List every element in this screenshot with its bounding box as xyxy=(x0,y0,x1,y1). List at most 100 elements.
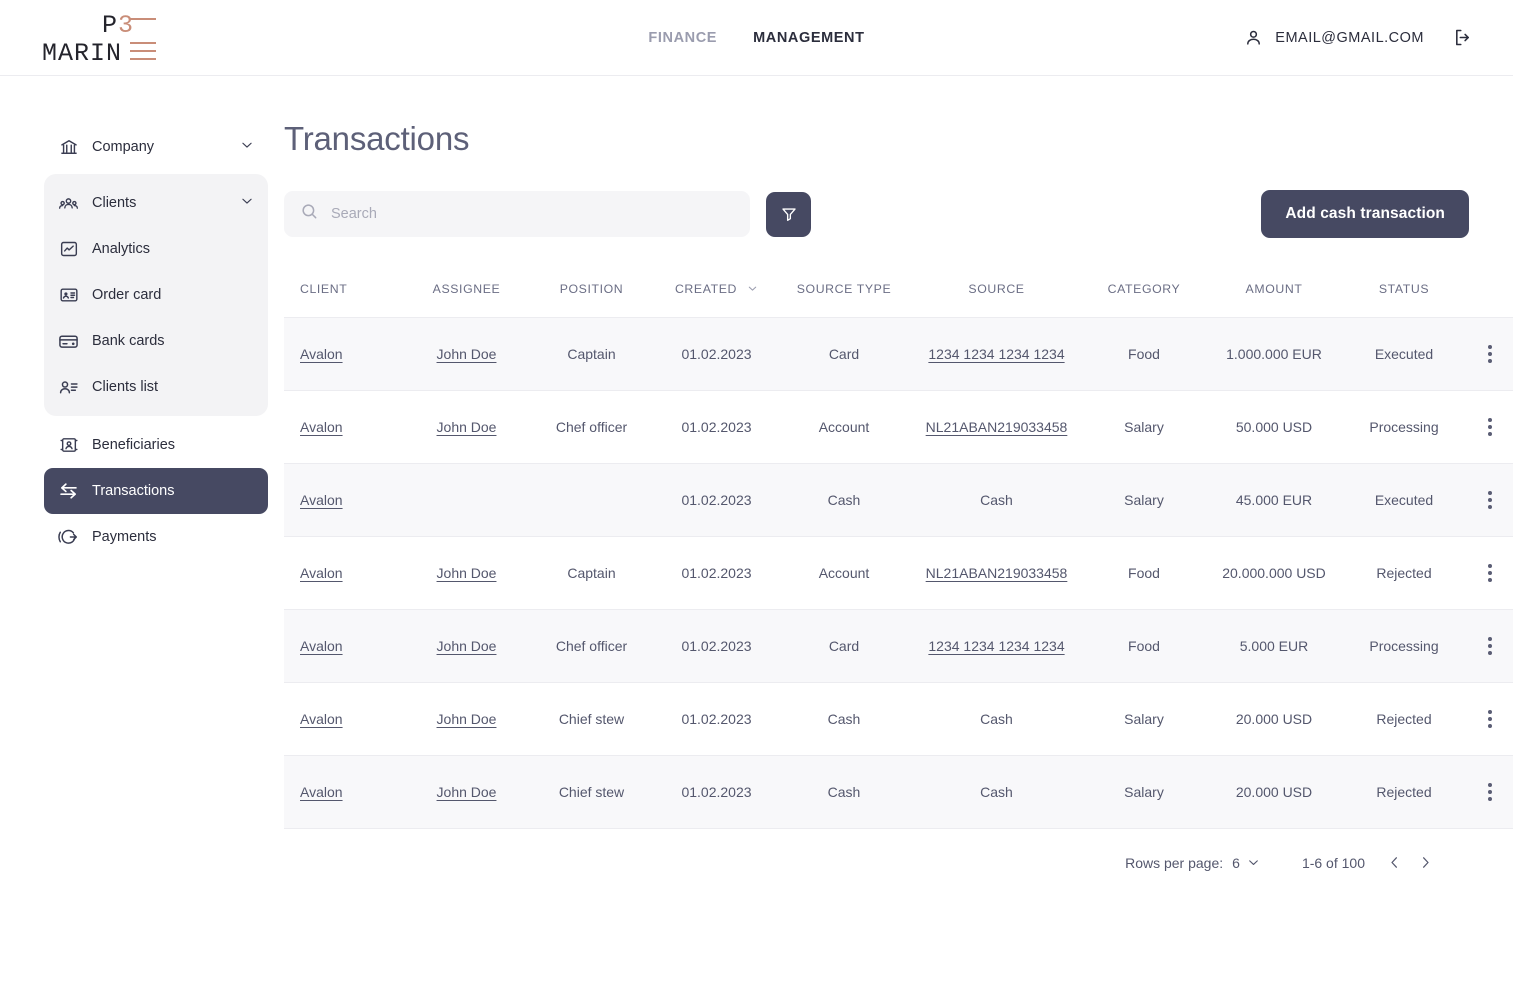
sidebar-item-company[interactable]: Company xyxy=(44,124,268,170)
search-field-wrapper[interactable] xyxy=(284,191,750,237)
add-cash-transaction-button[interactable]: Add cash transaction xyxy=(1261,190,1469,238)
cell-created: 01.02.2023 xyxy=(654,463,779,537)
source-link[interactable]: NL21ABAN219033458 xyxy=(926,565,1068,581)
kebab-menu-icon[interactable] xyxy=(1468,782,1512,801)
pagination-range: 1-6 of 100 xyxy=(1302,855,1433,871)
payments-icon xyxy=(58,527,79,548)
nav-tab-finance[interactable]: FINANCE xyxy=(648,30,717,46)
source-link[interactable]: 1234 1234 1234 1234 xyxy=(928,346,1064,362)
cell-category: Food xyxy=(1084,317,1204,391)
client-link[interactable]: Avalon xyxy=(300,638,343,654)
user-email-label[interactable]: EMAIL@GMAIL.COM xyxy=(1275,30,1424,46)
client-link[interactable]: Avalon xyxy=(300,784,343,800)
kebab-menu-icon[interactable] xyxy=(1468,417,1512,436)
column-header-created[interactable]: CREATED xyxy=(654,272,779,318)
kebab-menu-icon[interactable] xyxy=(1468,709,1512,728)
cell-amount: 50.000 USD xyxy=(1204,390,1344,464)
kebab-menu-icon[interactable] xyxy=(1468,563,1512,582)
client-link[interactable]: Avalon xyxy=(300,565,343,581)
id-card-icon xyxy=(58,285,79,306)
chevron-right-icon[interactable] xyxy=(1418,855,1433,870)
cell-position: Chief stew xyxy=(529,682,654,756)
sidebar-item-transactions[interactable]: Transactions xyxy=(44,468,268,514)
bank-icon xyxy=(58,137,79,158)
sidebar-item-clients-list[interactable]: Clients list xyxy=(44,364,268,410)
cell-position: Chef officer xyxy=(529,609,654,683)
cell-source-type: Cash xyxy=(779,755,909,829)
column-header-amount[interactable]: AMOUNT xyxy=(1204,272,1344,318)
chevron-down-icon[interactable] xyxy=(240,194,254,212)
assignee-link[interactable]: John Doe xyxy=(437,711,497,727)
sidebar-item-label: Company xyxy=(92,139,155,155)
cell-position: Captain xyxy=(529,317,654,391)
cell-position: Captain xyxy=(529,536,654,610)
sidebar-item-clients[interactable]: Clients xyxy=(44,180,268,226)
cell-source: 1234 1234 1234 1234 xyxy=(909,317,1084,391)
assignee-link[interactable]: John Doe xyxy=(437,565,497,581)
user-area: EMAIL@GMAIL.COM xyxy=(1244,27,1473,48)
kebab-menu-icon[interactable] xyxy=(1468,490,1512,509)
sidebar-item-beneficiaries[interactable]: Beneficiaries xyxy=(44,422,268,468)
kebab-menu-icon[interactable] xyxy=(1468,344,1512,363)
column-header-position[interactable]: POSITION xyxy=(529,272,654,318)
top-navigation: FINANCE MANAGEMENT xyxy=(648,30,864,46)
person-icon xyxy=(1244,28,1263,47)
cell-category: Salary xyxy=(1084,463,1204,537)
cell-amount: 45.000 EUR xyxy=(1204,463,1344,537)
cell-amount: 20.000 USD xyxy=(1204,755,1344,829)
sidebar-item-label: Beneficiaries xyxy=(92,437,176,453)
main-content: Transactions Add cash transaction xyxy=(284,76,1513,987)
chevron-left-icon[interactable] xyxy=(1387,855,1402,870)
nav-tab-management[interactable]: MANAGEMENT xyxy=(753,30,865,46)
column-header-source[interactable]: SOURCE xyxy=(909,272,1084,318)
client-link[interactable]: Avalon xyxy=(300,711,343,727)
sort-chevron-down-icon[interactable] xyxy=(747,283,758,297)
column-header-category[interactable]: CATEGORY xyxy=(1084,272,1204,318)
table-row[interactable]: Avalon John Doe Chef officer 01.02.2023 Card… xyxy=(284,609,1513,683)
search-input[interactable] xyxy=(331,206,734,222)
transfer-icon xyxy=(58,481,79,502)
kebab-menu-icon[interactable] xyxy=(1468,636,1512,655)
assignee-link[interactable]: John Doe xyxy=(437,638,497,654)
cell-status: Processing xyxy=(1344,609,1464,683)
cell-amount: 20.000 USD xyxy=(1204,682,1344,756)
column-header-status[interactable]: STATUS xyxy=(1344,272,1464,318)
rows-per-page-select[interactable]: 6 xyxy=(1232,855,1260,871)
client-link[interactable]: Avalon xyxy=(300,419,343,435)
client-link[interactable]: Avalon xyxy=(300,492,343,508)
filter-button[interactable] xyxy=(766,191,811,237)
table-row[interactable]: Avalon John Doe Captain 01.02.2023 Card 1234 … xyxy=(284,317,1513,391)
sidebar-item-payments[interactable]: Payments xyxy=(44,514,268,560)
sidebar-item-order-card[interactable]: Order card xyxy=(44,272,268,318)
table-row[interactable]: Avalon John Doe Chief stew 01.02.2023 Cash Ca… xyxy=(284,682,1513,756)
cell-assignee: John Doe xyxy=(404,536,529,610)
table-row[interactable]: Avalon John Doe Chef officer 01.02.2023 Acco… xyxy=(284,390,1513,464)
sidebar-item-label: Clients list xyxy=(92,379,159,395)
source-link[interactable]: 1234 1234 1234 1234 xyxy=(928,638,1064,654)
cell-status: Executed xyxy=(1344,463,1464,537)
cell-actions xyxy=(1464,317,1513,391)
column-header-assignee[interactable]: ASSIGNEE xyxy=(404,272,529,318)
cell-source: NL21ABAN219033458 xyxy=(909,536,1084,610)
assignee-link[interactable]: John Doe xyxy=(437,419,497,435)
column-header-client[interactable]: CLIENT xyxy=(284,272,404,318)
column-header-source-type[interactable]: SOURCE TYPE xyxy=(779,272,909,318)
assignee-link[interactable]: John Doe xyxy=(437,346,497,362)
sidebar-item-label: Payments xyxy=(92,529,157,545)
pagination-range-label: 1-6 of 100 xyxy=(1301,854,1365,871)
chevron-down-icon[interactable] xyxy=(240,138,254,156)
app-logo[interactable]: P3 MARIN xyxy=(42,12,182,66)
source-link[interactable]: NL21ABAN219033458 xyxy=(926,419,1068,435)
cell-category: Food xyxy=(1084,609,1204,683)
table-row[interactable]: Avalon John Doe Captain 01.02.2023 Account NL… xyxy=(284,536,1513,610)
cell-created: 01.02.2023 xyxy=(654,390,779,464)
table-row[interactable]: Avalon 01.02.2023 Cash Cash Salary 45.000 EUR… xyxy=(284,463,1513,537)
logout-icon[interactable] xyxy=(1452,27,1473,48)
sidebar-item-bank-cards[interactable]: Bank cards xyxy=(44,318,268,364)
table-row[interactable]: Avalon John Doe Chief stew 01.02.2023 Cash Ca… xyxy=(284,755,1513,829)
cell-category: Food xyxy=(1084,536,1204,610)
sidebar-item-analytics[interactable]: Analytics xyxy=(44,226,268,272)
table-pagination: Rows per page: 6 1-6 of 100 xyxy=(284,829,1469,871)
assignee-link[interactable]: John Doe xyxy=(437,784,497,800)
client-link[interactable]: Avalon xyxy=(300,346,343,362)
